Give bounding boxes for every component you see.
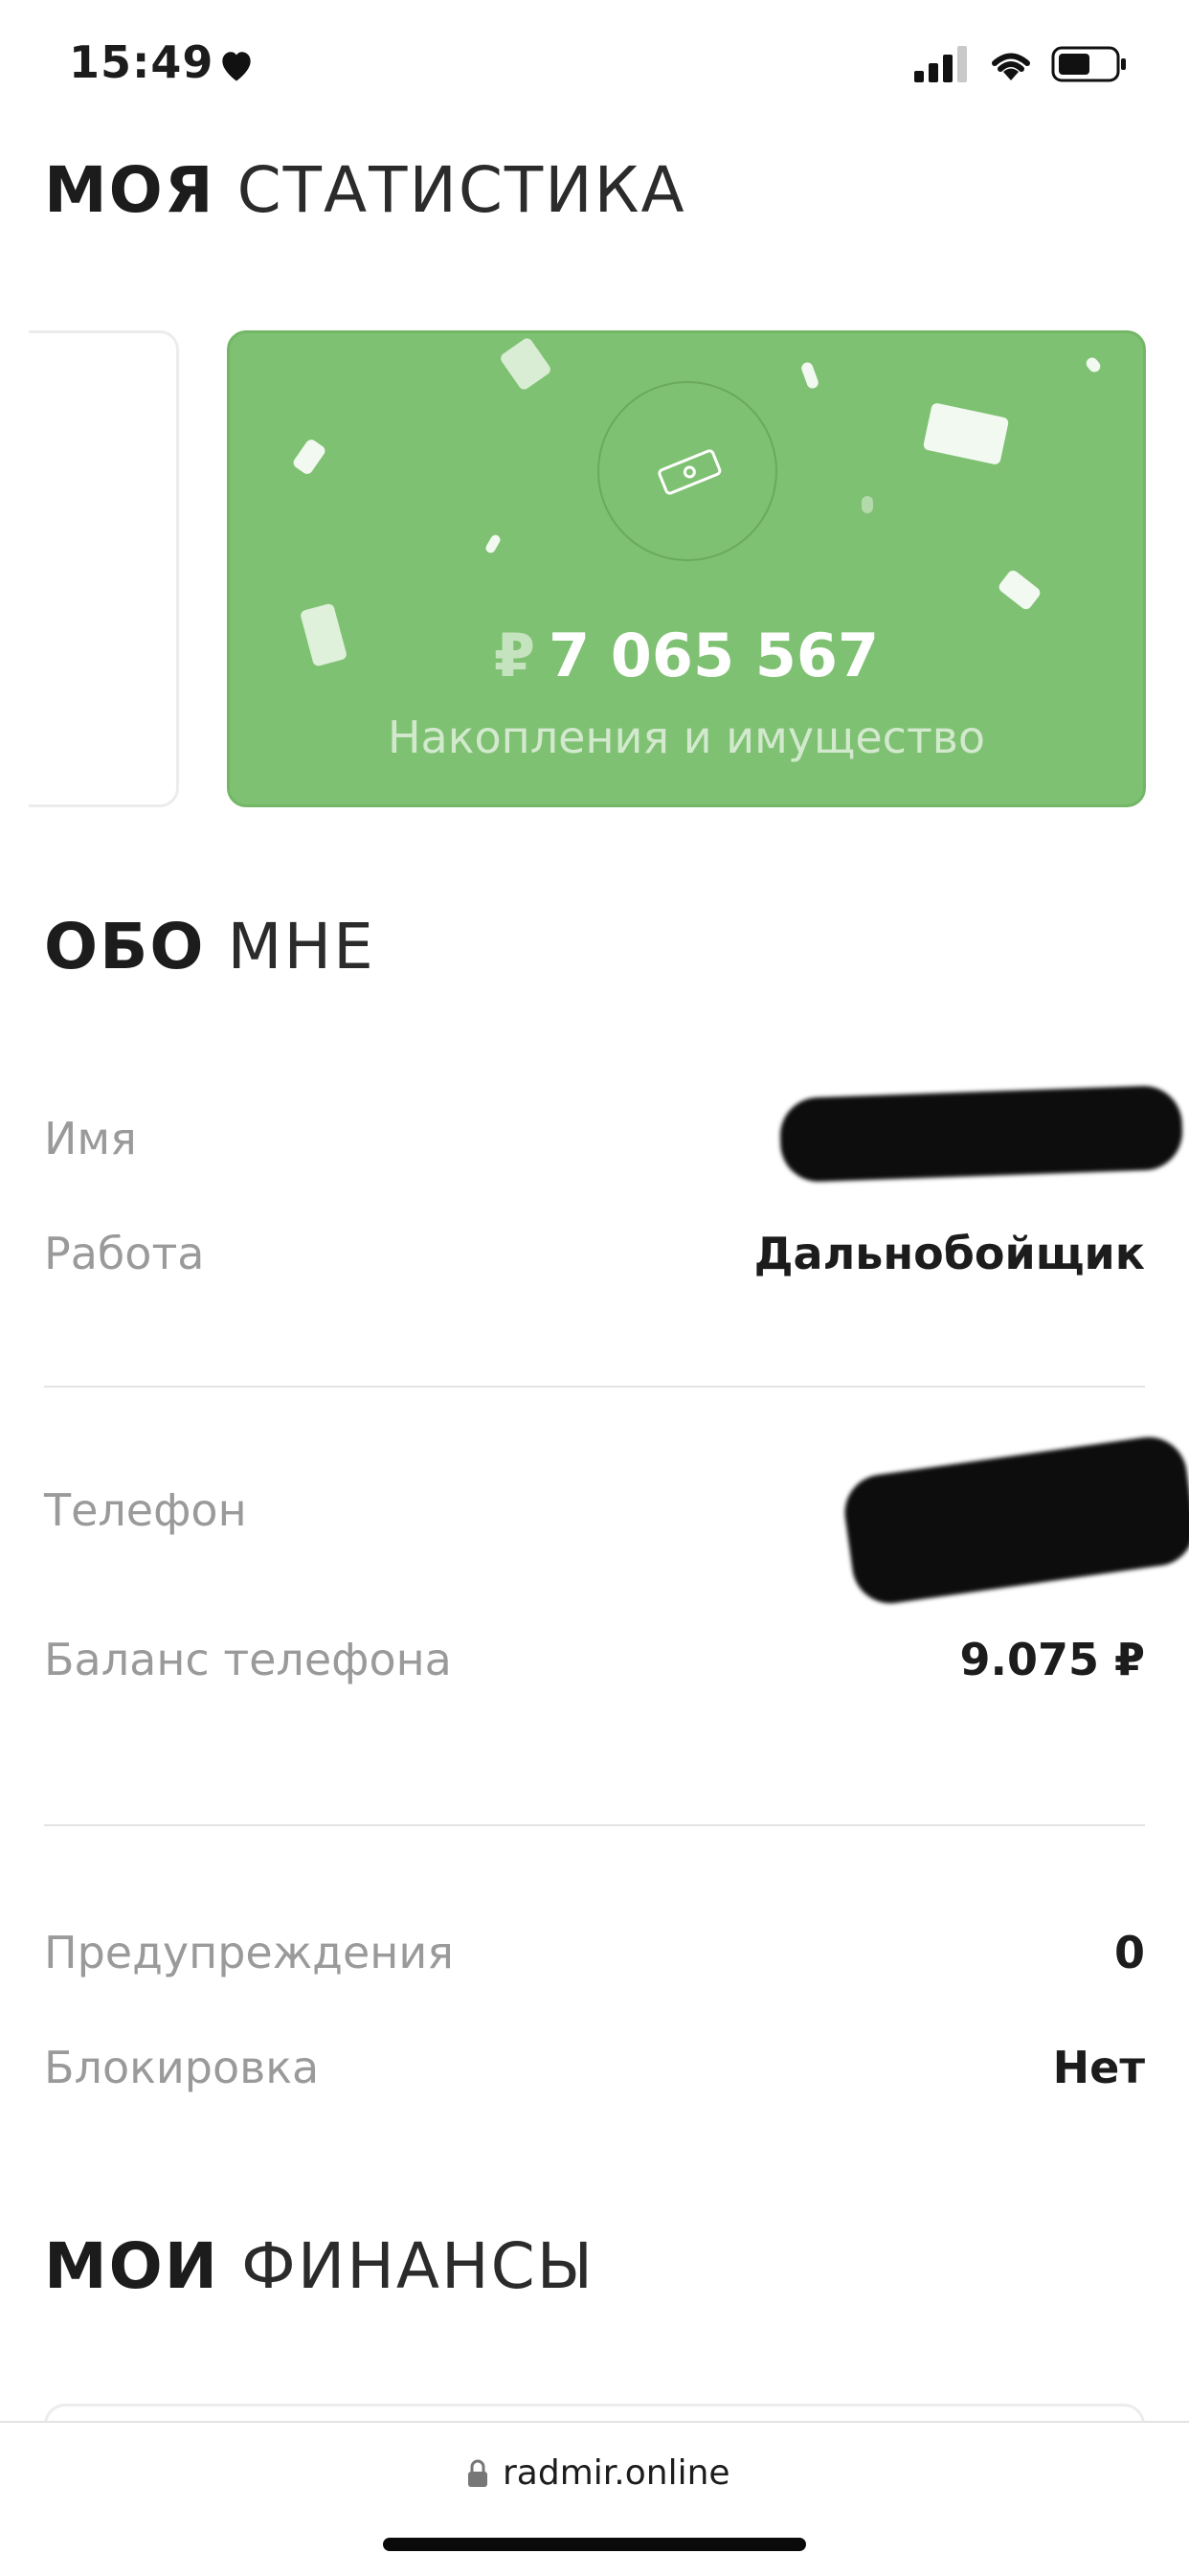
info-row-warnings: Предупреждения 0 <box>44 1927 1145 1994</box>
section-title-bold: ОБО <box>44 910 206 983</box>
lock-icon <box>468 2459 487 2487</box>
redaction-mark <box>778 1084 1184 1184</box>
divider <box>44 1824 1145 1826</box>
wifi-icon <box>992 53 1030 80</box>
stat-card-previous[interactable] <box>29 330 179 807</box>
section-title-statistics: МОЯ СТАТИСТИКА <box>44 153 686 227</box>
info-value: 0 <box>1113 1927 1145 1978</box>
stat-card-savings[interactable]: ₽7 065 567 Накопления и имущество <box>227 330 1146 807</box>
home-indicator[interactable] <box>383 2538 806 2551</box>
battery-icon <box>1051 46 1126 82</box>
browser-url[interactable]: radmir.online <box>503 2453 730 2493</box>
info-label: Телефон <box>44 1484 247 1536</box>
redaction-mark <box>840 1432 1189 1609</box>
savings-label: Накопления и имущество <box>387 712 986 763</box>
divider <box>44 1386 1145 1388</box>
info-value: 9.075 ₽ <box>959 1634 1145 1685</box>
money-icon-circle <box>597 381 777 561</box>
info-value: Нет <box>1052 2042 1145 2093</box>
info-label: Блокировка <box>44 2042 320 2093</box>
section-title-bold: МОЯ <box>44 153 215 227</box>
money-bill-icon <box>658 449 722 495</box>
currency-symbol: ₽ <box>493 621 535 690</box>
info-value: Дальнобойщик <box>753 1228 1145 1279</box>
section-title-bold: МОИ <box>44 2229 220 2303</box>
info-row-phone-balance: Баланс телефона 9.075 ₽ <box>44 1634 1145 1701</box>
info-row-job: Работа Дальнобойщик <box>44 1228 1145 1295</box>
section-title-light: СТАТИСТИКА <box>236 153 686 227</box>
section-title-finances: МОИ ФИНАНСЫ <box>44 2229 594 2303</box>
section-title-about: ОБО МНЕ <box>44 910 375 983</box>
savings-value: 7 065 567 <box>548 621 880 690</box>
info-label: Баланс телефона <box>44 1634 452 1685</box>
section-title-light: ФИНАНСЫ <box>241 2229 594 2303</box>
section-title-light: МНЕ <box>227 910 375 983</box>
cellular-signal-icon <box>914 46 967 82</box>
heart-icon <box>222 52 251 81</box>
info-row-ban: Блокировка Нет <box>44 2042 1145 2109</box>
status-bar: 15:49 <box>0 0 1189 134</box>
savings-amount: ₽7 065 567 <box>230 621 1143 690</box>
browser-address-bar[interactable]: radmir.online <box>0 2421 1189 2576</box>
info-label: Имя <box>44 1113 137 1164</box>
info-label: Работа <box>44 1228 205 1279</box>
status-time: 15:49 <box>69 36 214 88</box>
info-label: Предупреждения <box>44 1927 454 1978</box>
